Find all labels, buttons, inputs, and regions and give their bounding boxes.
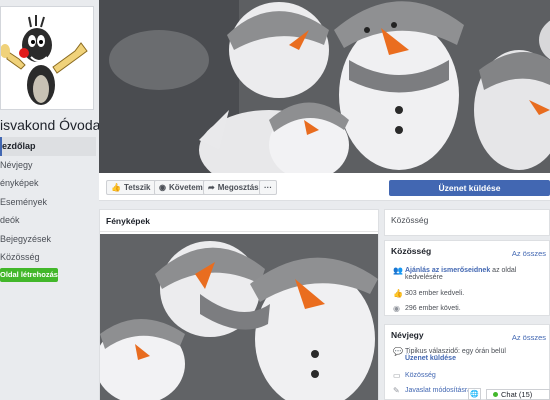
suggest-edit-link[interactable]: Javaslat módosításra xyxy=(405,387,471,394)
follows-count: 296 ember követi. xyxy=(405,305,461,312)
nav-item-events[interactable]: Események xyxy=(0,193,96,212)
nav-item-community[interactable]: Közösség xyxy=(0,248,96,267)
snowmen-photo xyxy=(100,234,378,400)
photos-card: Fényképek xyxy=(99,209,379,400)
response-time-text: Tipikus válaszidő: egy órán belül xyxy=(405,348,506,355)
nav-item-videos[interactable]: deók xyxy=(0,211,96,230)
community-see-all-link[interactable]: Az összes xyxy=(512,249,546,258)
community-card: Közösség Az összes 👥 Ajánlás az ismerőse… xyxy=(384,240,550,316)
invite-text-rest: az oldal xyxy=(492,267,517,274)
follows-row: ◉ 296 ember követi. xyxy=(393,305,461,313)
photos-title[interactable]: Fényképek xyxy=(100,210,378,232)
page-title: isvakond Óvoda xyxy=(0,117,101,133)
like-label: Tetszik xyxy=(123,183,151,192)
cover-photo[interactable] xyxy=(99,0,550,173)
online-dot-icon xyxy=(493,392,498,397)
invite-friends-row: 👥 Ajánlás az ismerőseidnek az oldal kedv… xyxy=(393,266,516,282)
likes-count: 303 ember kedveli. xyxy=(405,290,465,297)
invite-text: Ajánlás az ismerőseidnek az oldal kedvel… xyxy=(405,267,516,281)
likes-row: 👍 303 ember kedveli. xyxy=(393,290,464,298)
share-arrow-icon: ➦ xyxy=(208,183,215,192)
mole-cartoon-icon xyxy=(1,7,93,109)
response-time-row: 💬 Tipikus válaszidő: egy órán belül Üzen… xyxy=(393,347,506,363)
create-page-button[interactable]: Oldal létrehozása xyxy=(0,268,58,282)
category-link[interactable]: Közösség xyxy=(405,372,436,379)
send-message-button[interactable]: Üzenet küldése xyxy=(389,180,550,196)
follow-button[interactable]: ◉ Követem xyxy=(154,180,208,195)
nav-item-posts[interactable]: Bejegyzések xyxy=(0,230,96,249)
share-label: Megosztás xyxy=(217,183,259,192)
profile-picture[interactable] xyxy=(0,6,94,110)
community-tab-card: Közösség xyxy=(384,209,550,236)
people-icon: 👥 xyxy=(393,266,403,275)
about-see-all-link[interactable]: Az összes xyxy=(512,333,546,342)
response-text: Tipikus válaszidő: egy órán belül Üzenet… xyxy=(405,348,506,362)
chat-label: Chat (15) xyxy=(501,390,533,399)
nav-item-about[interactable]: Névjegy xyxy=(0,156,96,175)
rss-icon: ◉ xyxy=(159,183,166,192)
globe-icon[interactable]: 🌐 xyxy=(468,388,481,400)
suggest-edit-row: ✎ Javaslat módosításra xyxy=(393,387,471,395)
page-action-bar: 👍 Tetszik ◉ Követem ➦ Megosztás ··· Üzen… xyxy=(99,173,550,201)
thumbs-up-icon: 👍 xyxy=(393,289,403,298)
invite-friends-link[interactable]: Ajánlás az ismerőseidnek xyxy=(405,267,490,274)
nav-item-photos[interactable]: ényképek xyxy=(0,174,96,193)
snowmen-photo xyxy=(99,0,550,173)
community-tab-label[interactable]: Közösség xyxy=(385,210,549,230)
folder-icon: ▭ xyxy=(393,371,401,380)
more-button[interactable]: ··· xyxy=(259,180,277,195)
pencil-icon: ✎ xyxy=(393,386,400,395)
thumbs-up-icon: 👍 xyxy=(111,183,121,192)
category-row: ▭ Közösség xyxy=(393,372,436,380)
page-nav: ezdőlap Névjegy ényképek Események deók … xyxy=(0,137,96,267)
nav-item-home[interactable]: ezdőlap xyxy=(0,137,96,156)
share-button[interactable]: ➦ Megosztás xyxy=(203,180,264,195)
rss-icon: ◉ xyxy=(393,304,400,313)
invite-text-line2: kedvelésére xyxy=(405,274,443,281)
chat-bar[interactable]: Chat (15) xyxy=(486,389,550,400)
chat-bubble-icon: 💬 xyxy=(393,347,403,356)
left-column: isvakond Óvoda ezdőlap Névjegy ényképek … xyxy=(0,0,101,400)
photo-thumbnail[interactable] xyxy=(100,234,378,400)
like-button[interactable]: 👍 Tetszik xyxy=(106,180,156,195)
follow-label: Követem xyxy=(168,183,203,192)
send-message-link[interactable]: Üzenet küldése xyxy=(405,355,456,362)
